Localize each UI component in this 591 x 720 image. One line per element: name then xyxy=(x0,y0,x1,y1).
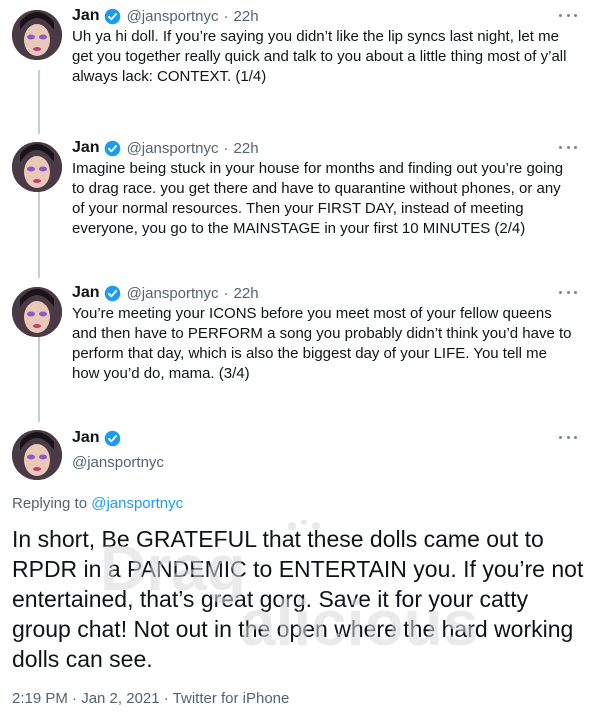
tweet-text: Imagine being stuck in your house for mo… xyxy=(72,160,564,237)
separator: · xyxy=(223,284,229,302)
replying-prefix: Replying to xyxy=(12,495,88,512)
handle[interactable]: @jansportnyc xyxy=(72,454,164,471)
replying-handle-link[interactable]: @jansportnyc xyxy=(91,495,183,512)
main-tweet-text: In short, Be GRATEFUL that these dolls c… xyxy=(12,526,584,672)
verified-badge-icon xyxy=(104,430,121,447)
thread-tweet-3[interactable]: Jan @jansportnyc · 22h You’re meeting yo… xyxy=(0,283,591,423)
timestamp[interactable]: 22h xyxy=(234,140,259,157)
display-name[interactable]: Jan xyxy=(72,7,100,25)
more-options-icon[interactable] xyxy=(559,8,577,22)
verified-badge-icon xyxy=(104,140,121,157)
avatar[interactable] xyxy=(12,287,62,337)
display-name[interactable]: Jan xyxy=(72,139,100,157)
avatar[interactable] xyxy=(12,10,62,60)
more-options-icon[interactable] xyxy=(559,285,577,299)
handle[interactable]: @jansportnyc xyxy=(127,285,219,302)
tweet-text: Uh ya hi doll. If you’re saying you didn… xyxy=(72,28,567,85)
display-name[interactable]: Jan xyxy=(72,284,100,302)
display-name[interactable]: Jan xyxy=(72,429,100,447)
verified-badge-icon xyxy=(104,8,121,25)
handle[interactable]: @jansportnyc xyxy=(127,140,219,157)
handle[interactable]: @jansportnyc xyxy=(127,8,219,25)
thread-tweet-1[interactable]: Jan @jansportnyc · 22h Uh ya hi doll. If… xyxy=(0,6,591,126)
more-options-icon[interactable] xyxy=(559,430,577,444)
verified-badge-icon xyxy=(104,285,121,302)
more-options-icon[interactable] xyxy=(559,140,577,154)
avatar[interactable] xyxy=(12,430,62,480)
thread-tweet-2[interactable]: Jan @jansportnyc · 22h Imagine being stu… xyxy=(0,138,591,278)
separator: · xyxy=(223,139,229,157)
tweet-text: You’re meeting your ICONS before you mee… xyxy=(72,305,572,382)
separator: · xyxy=(223,7,229,25)
timestamp[interactable]: 22h xyxy=(234,8,259,25)
avatar[interactable] xyxy=(12,142,62,192)
timestamp[interactable]: 22h xyxy=(234,285,259,302)
replying-to: Replying to @jansportnyc xyxy=(12,495,183,512)
tweet-meta[interactable]: 2:19 PM · Jan 2, 2021 · Twitter for iPho… xyxy=(12,690,289,707)
